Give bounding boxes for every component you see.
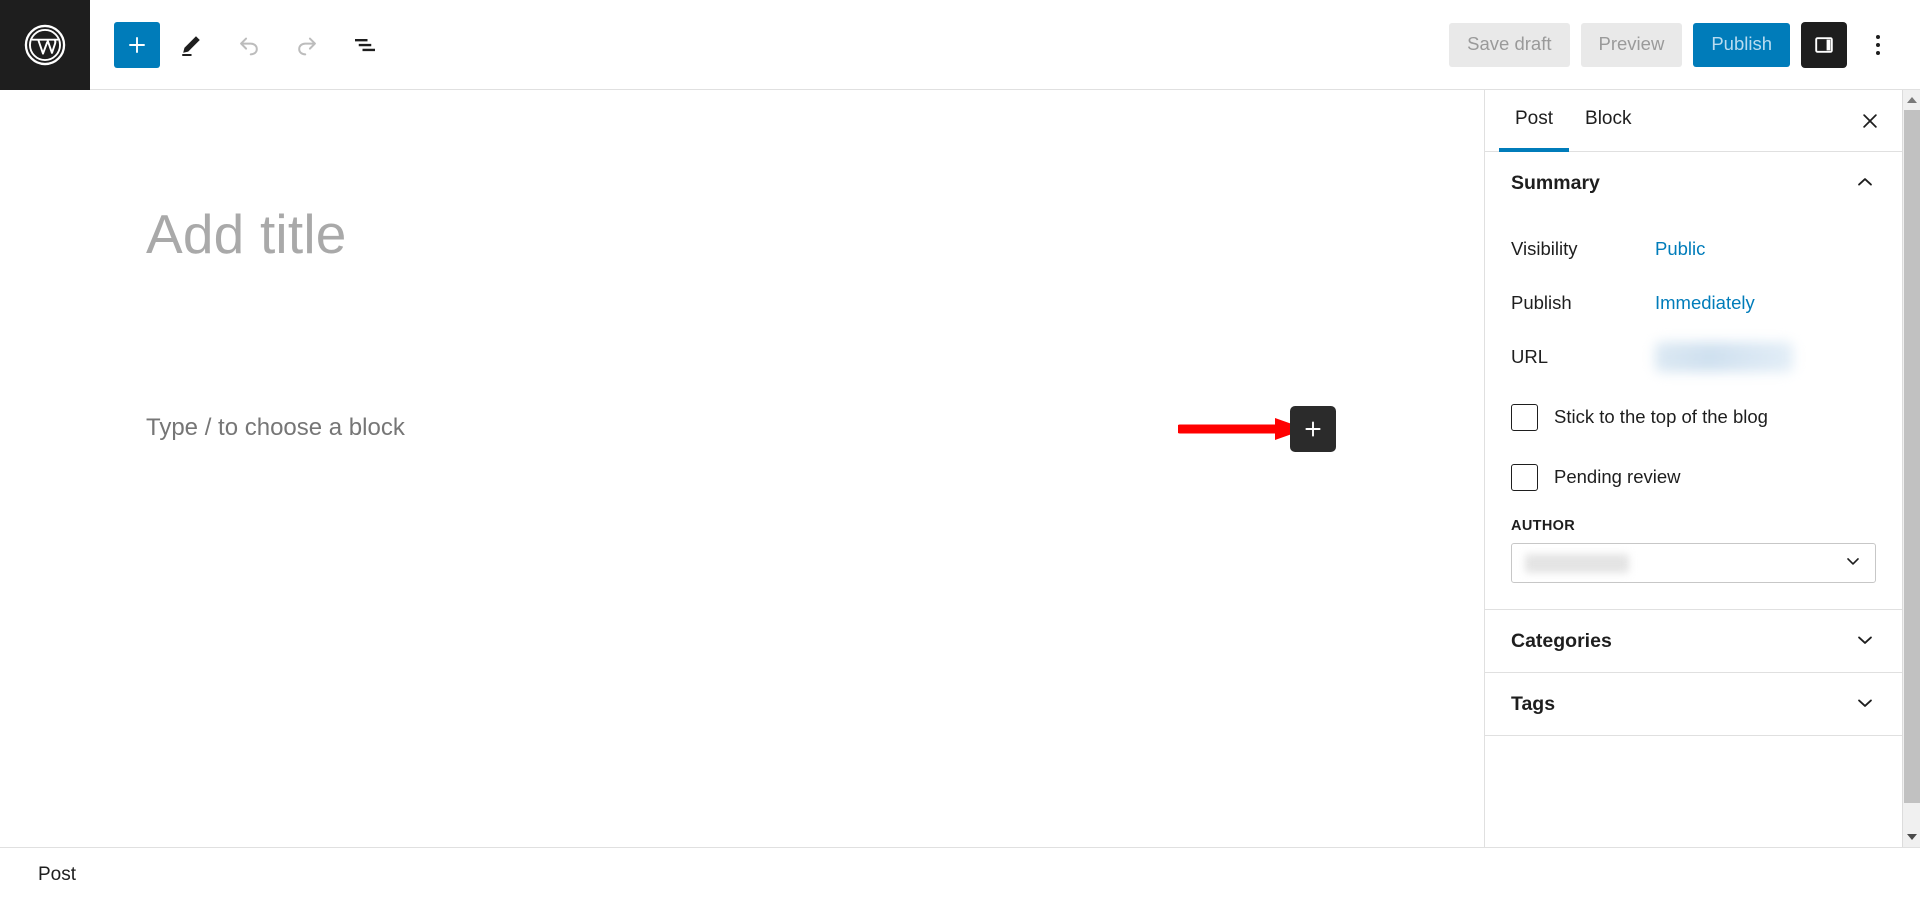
panel-tags: Tags (1485, 673, 1902, 736)
tab-block[interactable]: Block (1569, 90, 1647, 152)
panel-summary-body: Visibility Public Publish Immediately UR… (1485, 214, 1902, 609)
save-draft-button[interactable]: Save draft (1449, 22, 1570, 67)
sticky-checkbox-label: Stick to the top of the blog (1554, 406, 1768, 427)
visibility-label: Visibility (1511, 238, 1578, 259)
status-bar-label: Post (38, 864, 77, 885)
pending-review-checkbox-label: Pending review (1554, 466, 1681, 487)
triangle-down (1906, 834, 1917, 840)
sidebar-tab-bar: Post Block (1485, 90, 1902, 152)
url-value-redacted[interactable] (1655, 342, 1793, 372)
summary-row-visibility: Visibility Public (1511, 222, 1876, 276)
scrollbar-thumb[interactable] (1903, 110, 1920, 803)
author-label: AUTHOR (1511, 518, 1576, 534)
author-value-redacted (1525, 553, 1629, 573)
editor-header-toolbar: Save draft Preview Publish (0, 0, 1920, 90)
panel-categories: Categories (1485, 610, 1902, 673)
add-block-button[interactable] (114, 21, 160, 68)
scrollbar-up-arrow-icon[interactable] (1902, 90, 1920, 110)
url-label: URL (1511, 346, 1549, 367)
panel-summary-header[interactable]: Summary (1485, 152, 1902, 214)
chevron-down-icon (1854, 629, 1876, 654)
panel-categories-header[interactable]: Categories (1485, 610, 1902, 672)
sticky-checkbox[interactable] (1511, 403, 1538, 431)
panel-tags-header[interactable]: Tags (1485, 673, 1902, 735)
visibility-value-button[interactable]: Public (1655, 238, 1705, 260)
post-title-input[interactable]: Add title (146, 202, 347, 266)
sidebar-scroll-region: Summary Visibility Public Publish Immedi… (1485, 152, 1902, 847)
sidebar-scrollbar[interactable] (1902, 90, 1920, 847)
chevron-down-icon (1854, 692, 1876, 717)
author-select[interactable] (1511, 543, 1876, 583)
chevron-up-icon (1854, 171, 1876, 196)
kebab-dot (1876, 42, 1880, 47)
pending-review-checkbox-row[interactable]: Pending review (1511, 450, 1876, 504)
chevron-down-icon (1843, 551, 1863, 576)
scrollbar-down-arrow-icon[interactable] (1902, 827, 1920, 847)
preview-button[interactable]: Preview (1580, 22, 1683, 67)
block-inserter-button[interactable] (1290, 406, 1336, 452)
editor-canvas[interactable]: Add title Type / to choose a block (0, 90, 1485, 847)
summary-row-url: URL (1511, 330, 1876, 384)
kebab-menu-icon[interactable] (1858, 22, 1898, 68)
redo-button[interactable] (280, 18, 334, 72)
publish-date-value-button[interactable]: Immediately (1655, 292, 1755, 314)
close-icon[interactable] (1846, 90, 1894, 151)
summary-row-publish: Publish Immediately (1511, 276, 1876, 330)
block-content-input[interactable]: Type / to choose a block (146, 414, 405, 442)
panel-tags-title: Tags (1511, 692, 1556, 715)
sticky-checkbox-row[interactable]: Stick to the top of the blog (1511, 390, 1876, 444)
wordpress-block-editor: Save draft Preview Publish Add title Typ… (0, 0, 1920, 902)
publish-button[interactable]: Publish (1693, 22, 1790, 67)
header-left-tool-group (90, 0, 392, 89)
pending-review-checkbox[interactable] (1511, 463, 1538, 491)
document-outline-icon[interactable] (338, 18, 392, 72)
panel-categories-title: Categories (1511, 629, 1612, 652)
scrollbar-track[interactable] (1903, 110, 1920, 827)
tab-spacer (1648, 90, 1847, 151)
tab-post[interactable]: Post (1499, 90, 1570, 152)
kebab-dot (1876, 50, 1880, 55)
settings-sidebar: Post Block Summary Visibility Public Pub… (1485, 90, 1902, 847)
status-bar: Post (0, 847, 1920, 902)
kebab-dot (1876, 34, 1880, 39)
panel-summary: Summary Visibility Public Publish Immedi… (1485, 152, 1902, 610)
wordpress-logo-icon[interactable] (0, 0, 90, 90)
settings-panel-icon[interactable] (1801, 21, 1847, 68)
undo-button[interactable] (222, 18, 276, 72)
triangle-up (1906, 97, 1917, 103)
header-actions-group: Save draft Preview Publish (1449, 0, 1920, 89)
publish-date-label: Publish (1511, 292, 1572, 313)
editor-body: Add title Type / to choose a block Post … (0, 90, 1920, 847)
header-spacer (392, 0, 1449, 89)
edit-tool-button[interactable] (164, 18, 218, 72)
panel-summary-title: Summary (1511, 171, 1600, 194)
